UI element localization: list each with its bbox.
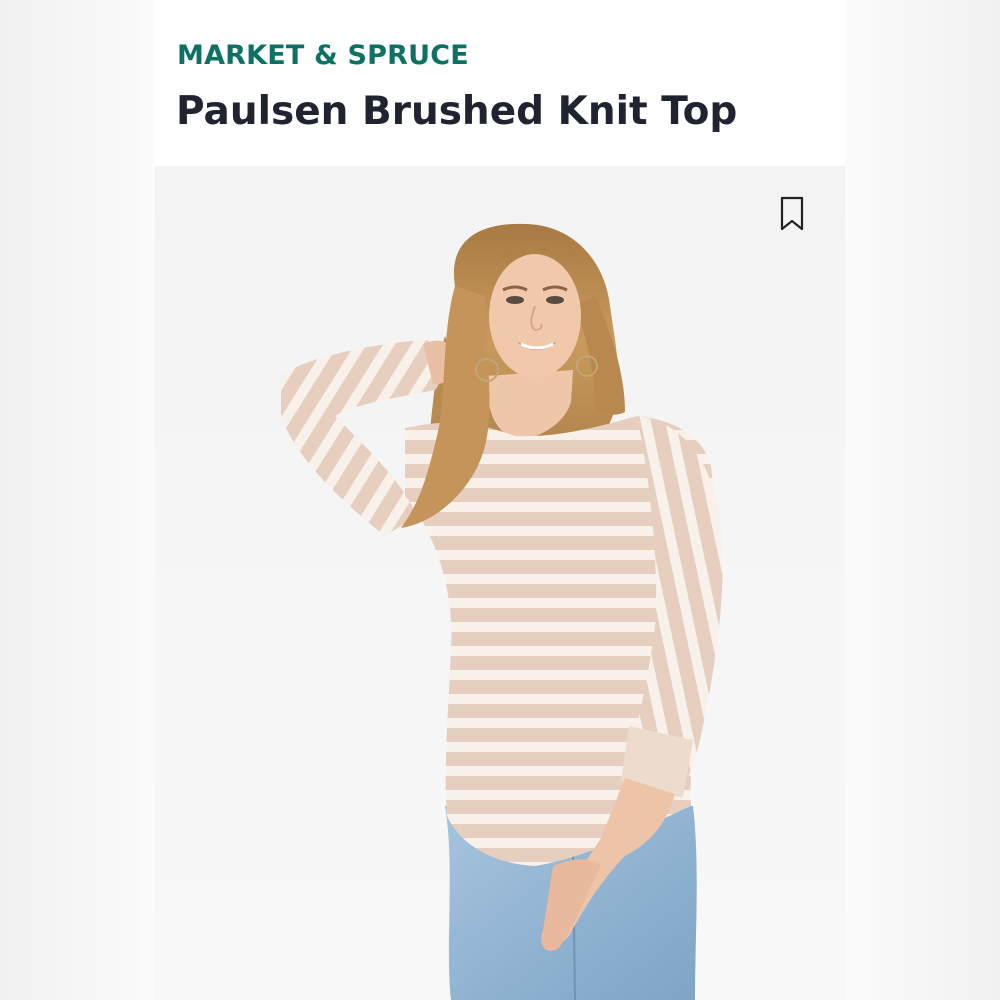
product-header: MARKET & SPRUCE Paulsen Brushed Knit Top (155, 0, 845, 166)
product-photo[interactable] (155, 166, 845, 1000)
product-image (155, 166, 845, 1000)
product-title: Paulsen Brushed Knit Top (176, 89, 738, 134)
bookmark-button[interactable] (777, 194, 807, 234)
brand-name[interactable]: MARKET & SPRUCE (177, 40, 469, 71)
product-card: MARKET & SPRUCE Paulsen Brushed Knit Top (155, 0, 845, 1000)
bookmark-icon (780, 196, 804, 231)
product-page: MARKET & SPRUCE Paulsen Brushed Knit Top (0, 0, 1000, 1000)
